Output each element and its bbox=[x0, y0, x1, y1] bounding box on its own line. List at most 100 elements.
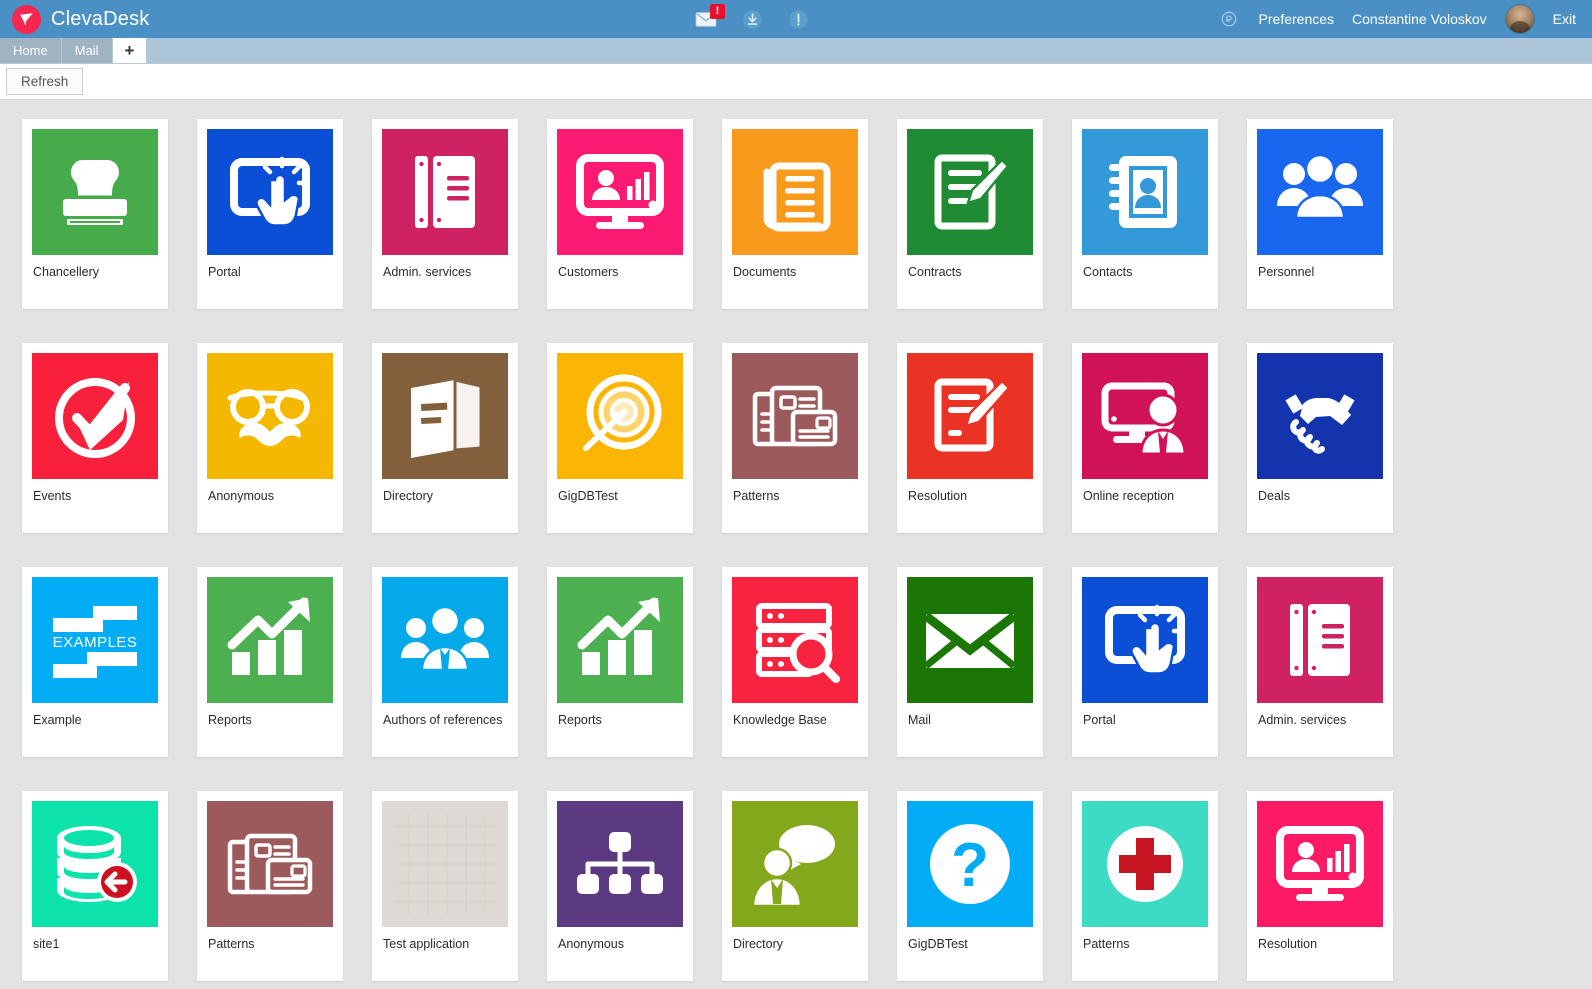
app-tile[interactable]: Resolution bbox=[1247, 791, 1393, 981]
app-tile[interactable]: Patterns bbox=[197, 791, 343, 981]
mail-badge: ! bbox=[710, 4, 725, 19]
tab-home[interactable]: Home bbox=[0, 38, 62, 63]
app-tile[interactable]: Personnel bbox=[1247, 119, 1393, 309]
app-tile[interactable]: Patterns bbox=[722, 343, 868, 533]
app-tile-label: GigDBTest bbox=[908, 937, 968, 951]
app-tile-label: Authors of references bbox=[383, 713, 503, 727]
app-tile[interactable]: Directory bbox=[372, 343, 518, 533]
org-chart-icon bbox=[557, 801, 683, 927]
svg-text:?: ? bbox=[951, 831, 989, 900]
monitor-chart-user-icon bbox=[1257, 801, 1383, 927]
touch-click-icon bbox=[1082, 577, 1208, 703]
app-header: ClevaDesk ! Preferences Constantine Volo… bbox=[0, 0, 1592, 38]
app-tile[interactable]: Resolution bbox=[897, 343, 1043, 533]
user-name-link[interactable]: Constantine Voloskov bbox=[1352, 11, 1487, 27]
monitor-chart-user-icon bbox=[557, 129, 683, 255]
binder-icon bbox=[382, 129, 508, 255]
app-tile[interactable]: Portal bbox=[197, 119, 343, 309]
app-tile[interactable]: Mail bbox=[897, 567, 1043, 757]
exit-link[interactable]: Exit bbox=[1553, 11, 1576, 27]
target-arrow-icon bbox=[557, 353, 683, 479]
info-icon[interactable] bbox=[786, 7, 810, 31]
toolbar: Refresh bbox=[0, 64, 1592, 100]
app-tile-label: Patterns bbox=[733, 489, 780, 503]
app-tile[interactable]: Authors of references bbox=[372, 567, 518, 757]
app-tile-label: Anonymous bbox=[208, 489, 275, 503]
header-right-actions: Preferences Constantine Voloskov Exit bbox=[1217, 0, 1576, 38]
preferences-link[interactable]: Preferences bbox=[1259, 11, 1334, 27]
app-tile-area: Chancellery Portal Admin. services Custo… bbox=[0, 100, 1592, 989]
refresh-button[interactable]: Refresh bbox=[6, 68, 84, 95]
app-tile[interactable]: EXAMPLES Example bbox=[22, 567, 168, 757]
open-book-icon bbox=[382, 353, 508, 479]
app-tile[interactable]: Test application bbox=[372, 791, 518, 981]
app-tile-label: Contracts bbox=[908, 265, 962, 279]
app-tile-label: Chancellery bbox=[33, 265, 100, 279]
app-tile[interactable]: ? GigDBTest bbox=[897, 791, 1043, 981]
app-tile-label: Online reception bbox=[1083, 489, 1175, 503]
people-group-icon bbox=[1257, 129, 1383, 255]
app-tile[interactable]: Anonymous bbox=[547, 791, 693, 981]
address-book-icon bbox=[1082, 129, 1208, 255]
app-tile[interactable]: Admin. services bbox=[1247, 567, 1393, 757]
gear-icon[interactable] bbox=[1217, 7, 1241, 31]
app-tile-label: Directory bbox=[733, 937, 784, 951]
document-pen-icon bbox=[907, 353, 1033, 479]
app-tile[interactable]: Knowledge Base bbox=[722, 567, 868, 757]
red-cross-icon bbox=[1082, 801, 1208, 927]
header-center-actions: ! bbox=[694, 0, 810, 38]
app-tile-label: Admin. services bbox=[1258, 713, 1347, 727]
cards-stack-icon bbox=[207, 801, 333, 927]
app-tile-label: Deals bbox=[1258, 489, 1290, 503]
mail-icon[interactable]: ! bbox=[694, 4, 725, 31]
app-tile[interactable]: Contacts bbox=[1072, 119, 1218, 309]
app-tile-label: Knowledge Base bbox=[733, 713, 827, 727]
app-tile-label: Contacts bbox=[1083, 265, 1133, 279]
brand: ClevaDesk bbox=[0, 4, 150, 34]
app-tile-label: Events bbox=[33, 489, 72, 503]
cards-stack-icon bbox=[732, 353, 858, 479]
contract-pen-icon bbox=[907, 129, 1033, 255]
app-tile[interactable]: Directory bbox=[722, 791, 868, 981]
download-icon[interactable] bbox=[740, 7, 764, 31]
stamp-icon bbox=[32, 129, 158, 255]
app-tile-label: Test application bbox=[383, 937, 470, 951]
app-tile[interactable]: Anonymous bbox=[197, 343, 343, 533]
app-tile[interactable]: GigDBTest bbox=[547, 343, 693, 533]
app-tile[interactable]: Admin. services bbox=[372, 119, 518, 309]
app-tile[interactable]: Reports bbox=[197, 567, 343, 757]
app-tile-label: Reports bbox=[208, 713, 252, 727]
team-icon bbox=[382, 577, 508, 703]
app-tile-label: GigDBTest bbox=[558, 489, 618, 503]
avatar[interactable] bbox=[1504, 4, 1535, 34]
app-tile-label: Mail bbox=[908, 713, 931, 727]
app-tile[interactable]: Online reception bbox=[1072, 343, 1218, 533]
app-tile[interactable]: Contracts bbox=[897, 119, 1043, 309]
app-tile[interactable]: site1 bbox=[22, 791, 168, 981]
app-tile-label: Portal bbox=[208, 265, 241, 279]
app-tile[interactable]: Portal bbox=[1072, 567, 1218, 757]
database-import-icon bbox=[32, 801, 158, 927]
handshake-icon bbox=[1257, 353, 1383, 479]
app-tile[interactable]: Customers bbox=[547, 119, 693, 309]
documents-icon bbox=[732, 129, 858, 255]
app-tile-label: Patterns bbox=[208, 937, 255, 951]
app-tile[interactable]: Patterns bbox=[1072, 791, 1218, 981]
app-tile[interactable]: Deals bbox=[1247, 343, 1393, 533]
tab-mail[interactable]: Mail bbox=[61, 38, 113, 63]
app-tile[interactable]: Documents bbox=[722, 119, 868, 309]
tab-bar: Home Mail + bbox=[0, 38, 1592, 64]
app-tile[interactable]: Chancellery bbox=[22, 119, 168, 309]
examples-steps-icon: EXAMPLES bbox=[32, 577, 158, 703]
app-tile[interactable]: Events bbox=[22, 343, 168, 533]
app-tile-label: Customers bbox=[558, 265, 619, 279]
tab-new[interactable]: + bbox=[112, 38, 148, 63]
app-tile-label: Patterns bbox=[1083, 937, 1130, 951]
envelope-icon bbox=[907, 577, 1033, 703]
tile-grid: Chancellery Portal Admin. services Custo… bbox=[22, 119, 1522, 989]
person-speech-icon bbox=[732, 801, 858, 927]
app-tile[interactable]: Reports bbox=[547, 567, 693, 757]
app-tile-label: Anonymous bbox=[558, 937, 625, 951]
monitor-agent-icon bbox=[1082, 353, 1208, 479]
app-tile-label: Directory bbox=[383, 489, 434, 503]
